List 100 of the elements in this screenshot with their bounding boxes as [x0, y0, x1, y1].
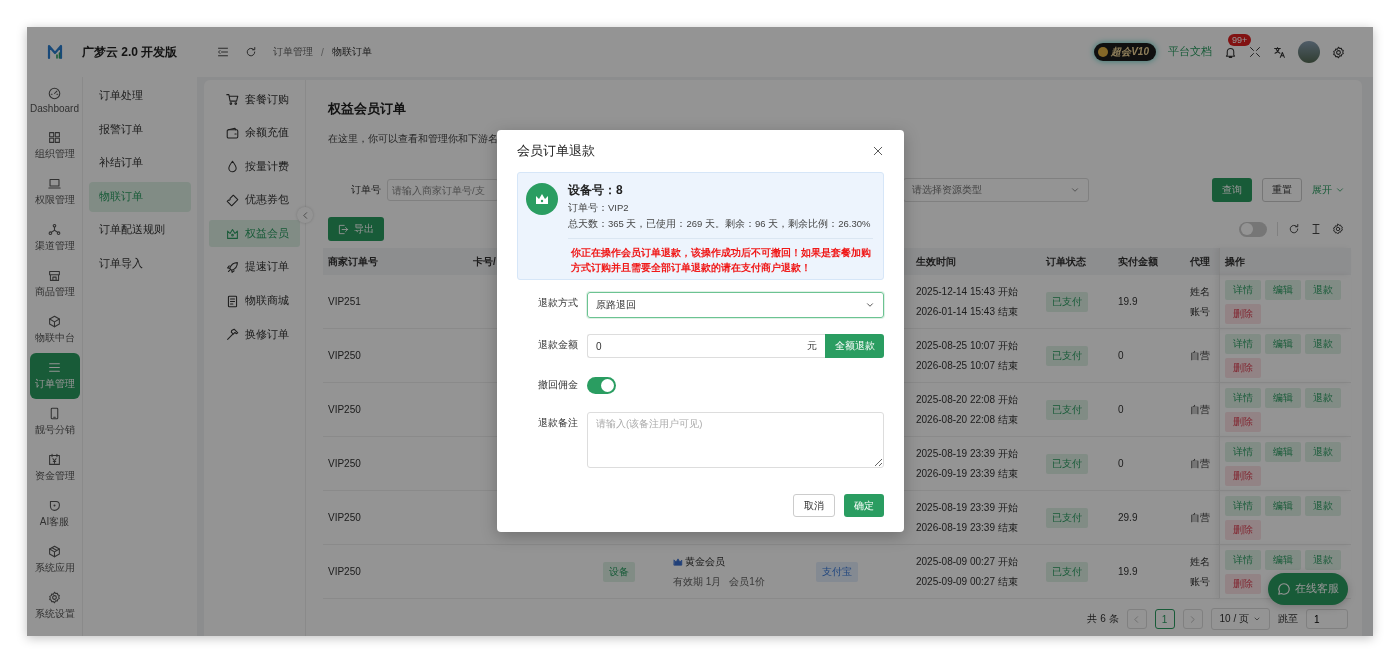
agent-text: 自营	[1190, 510, 1211, 525]
action-button[interactable]: 编辑	[1265, 387, 1301, 408]
prev-page-button[interactable]	[1126, 609, 1147, 629]
menu-item[interactable]: 物联商城	[209, 287, 300, 315]
page-button[interactable]: 1	[1154, 609, 1175, 629]
export-button[interactable]: 导出	[328, 217, 384, 241]
cancel-button[interactable]: 取消	[793, 494, 835, 517]
notification-badge: 99+	[1228, 33, 1252, 46]
action-button[interactable]: 详情	[1225, 441, 1261, 462]
close-button[interactable]	[872, 145, 884, 157]
drop-icon	[226, 160, 239, 174]
nav-item[interactable]: 权限管理	[29, 169, 80, 215]
breadcrumb-item[interactable]: 物联订单	[331, 45, 372, 59]
nav-item[interactable]: 靓号分销	[29, 399, 80, 445]
chevron-down-icon	[1253, 615, 1261, 623]
agent-text: 自营	[1190, 402, 1211, 417]
submenu-item[interactable]: 订单处理	[89, 81, 191, 111]
full-refund-button[interactable]: 全额退款	[825, 334, 884, 358]
menu-item[interactable]: 换修订单	[209, 321, 300, 349]
bell-icon	[1224, 45, 1237, 59]
action-button[interactable]: 详情	[1225, 279, 1261, 300]
menu-item[interactable]: 提速订单	[209, 253, 300, 281]
order-number: VIP250	[328, 350, 362, 361]
refund-method-select[interactable]: 原路退回	[587, 292, 884, 318]
action-button[interactable]: 编辑	[1265, 549, 1301, 570]
amount: 19.9	[1118, 296, 1139, 307]
status-tag: 已支付	[1046, 453, 1088, 474]
member-discount: 会员1价	[729, 574, 765, 589]
confirm-button[interactable]: 确定	[844, 494, 884, 517]
menu-item[interactable]: 按量计费	[209, 153, 300, 181]
settings-icon	[1332, 45, 1345, 59]
action-button[interactable]: 退款	[1305, 387, 1341, 408]
menu-item[interactable]: 余额充值	[209, 119, 300, 147]
next-page-button[interactable]	[1182, 609, 1203, 629]
form-label: 撤回佣金	[537, 378, 578, 392]
reset-button[interactable]: 重置	[1262, 178, 1302, 202]
page-size-select[interactable]: 10 / 页	[1210, 608, 1270, 630]
nav-item[interactable]: 系统应用	[29, 537, 80, 583]
action-button[interactable]: 退款	[1305, 549, 1341, 570]
action-button[interactable]: 退款	[1305, 495, 1341, 516]
docs-link[interactable]: 平台文档	[1168, 45, 1212, 59]
nav-item[interactable]: Dashboard	[29, 77, 80, 123]
amount-field[interactable]: 0 元	[587, 334, 825, 358]
vip-badge[interactable]: 超会V10	[1094, 43, 1156, 61]
online-service-button[interactable]: 在线客服	[1268, 573, 1348, 605]
action-button[interactable]: 编辑	[1265, 333, 1301, 354]
submenu-item[interactable]: 物联订单	[89, 181, 191, 212]
breadcrumb-item[interactable]: 订单管理	[273, 45, 313, 59]
validity-start: 2025-08-25 10:07 开始	[916, 338, 1019, 353]
nav-item[interactable]: 渠道管理	[29, 215, 80, 261]
action-button[interactable]: 详情	[1225, 333, 1261, 354]
action-button[interactable]: 退款	[1305, 441, 1341, 462]
agent-text: 姓名	[1190, 284, 1211, 299]
delete-button[interactable]: 删除	[1225, 411, 1261, 432]
action-button[interactable]: 退款	[1305, 279, 1341, 300]
delete-button[interactable]: 删除	[1225, 519, 1261, 540]
jump-field[interactable]: 1	[1306, 609, 1348, 629]
nav-item[interactable]: 组织管理	[29, 123, 80, 169]
toggle-switch[interactable]	[587, 377, 616, 394]
toggle-switch[interactable]	[1239, 221, 1267, 237]
agent-text: 姓名	[1190, 554, 1211, 569]
order-number: VIP250	[328, 566, 362, 577]
menu-item[interactable]: 套餐订购	[209, 86, 300, 113]
delete-button[interactable]: 删除	[1225, 357, 1261, 378]
nav-item[interactable]: 资金管理	[29, 445, 80, 491]
nav-item[interactable]: 系统设置	[29, 583, 80, 629]
submenu-item[interactable]: 报警订单	[89, 114, 191, 145]
menu-item[interactable]: 优惠券包	[209, 186, 300, 214]
source-type-select[interactable]: 请选择资源类型	[903, 178, 1089, 202]
validity-start: 2025-08-19 23:39 开始	[916, 500, 1019, 515]
action-button[interactable]: 详情	[1225, 495, 1261, 516]
export-icon	[338, 223, 349, 235]
crown-basket-icon	[226, 227, 239, 241]
delete-button[interactable]: 删除	[1225, 303, 1261, 324]
nav-item[interactable]: 订单管理	[29, 353, 80, 399]
menu-item[interactable]: 权益会员	[209, 220, 300, 248]
submenu-item[interactable]: 补结订单	[89, 148, 191, 179]
collapse-button[interactable]	[297, 207, 313, 223]
submenu-item[interactable]: 订单导入	[89, 248, 191, 279]
fullscreen-icon	[1249, 46, 1261, 58]
action-button[interactable]: 编辑	[1265, 279, 1301, 300]
action-button[interactable]: 退款	[1305, 333, 1341, 354]
action-button[interactable]: 详情	[1225, 387, 1261, 408]
remark-field[interactable]: 请输入(该备注用户可见)	[587, 412, 884, 468]
action-button[interactable]: 编辑	[1265, 441, 1301, 462]
avatar[interactable]	[1298, 41, 1320, 63]
delete-button[interactable]: 删除	[1225, 573, 1261, 594]
action-button[interactable]: 详情	[1225, 549, 1261, 570]
action-button[interactable]: 编辑	[1265, 495, 1301, 516]
query-button[interactable]: 查询	[1212, 178, 1252, 202]
expand-button[interactable]: 展开	[1312, 183, 1345, 197]
submenu-item[interactable]: 订单配送规则	[89, 215, 191, 246]
chevron-down-icon	[865, 300, 875, 310]
validity-start: 2025-12-14 15:43 开始	[916, 284, 1019, 299]
amount: 0	[1118, 350, 1125, 361]
delete-button[interactable]: 删除	[1225, 465, 1261, 486]
nav-item[interactable]: 商品管理	[29, 261, 80, 307]
nav-item[interactable]: AI客服	[29, 491, 80, 537]
nav-item[interactable]: 物联中台	[29, 307, 80, 353]
page-description: 在这里，你可以查看和管理你和下游名	[328, 132, 499, 146]
